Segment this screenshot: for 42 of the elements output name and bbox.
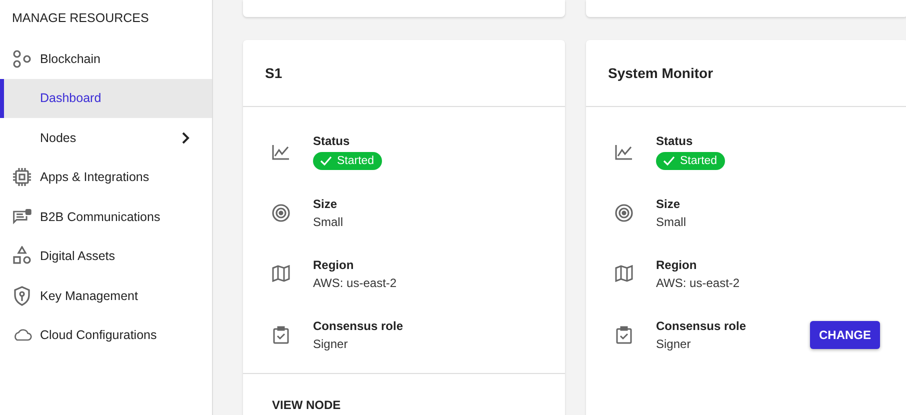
circles-icon [12, 48, 32, 69]
sidebar-item[interactable]: Cloud Configurations [0, 316, 212, 355]
card-title: System Monitor [608, 65, 714, 81]
field-value: AWS: us-east-2 [656, 276, 740, 290]
clipboard-check-icon [273, 326, 289, 344]
shapes-icon [12, 246, 32, 266]
target-icon [615, 204, 633, 222]
status-badge: Started [313, 152, 382, 170]
chat-lock-icon [12, 206, 32, 227]
sidebar-item[interactable]: B2B Communications [0, 197, 212, 236]
field-label: Consensus role [313, 318, 404, 332]
map-icon [615, 265, 633, 282]
field-label: Size [313, 196, 338, 210]
field-label: Status [656, 134, 693, 148]
sidebar-heading: MANAGE RESOURCES [11, 10, 150, 27]
sidebar-item[interactable]: Apps & Integrations [0, 158, 212, 197]
field-label: Consensus role [656, 318, 746, 332]
field-value: Signer [656, 336, 691, 350]
line-chart-icon [615, 144, 633, 160]
sidebar-item[interactable]: Digital Assets [0, 236, 212, 276]
field-value: Small [313, 214, 344, 228]
clipboard-check-icon [616, 326, 632, 344]
shield-key-icon [12, 286, 32, 306]
field-label: Region [656, 258, 697, 272]
chip-icon [12, 167, 32, 188]
field-value: Small [656, 214, 686, 228]
target-icon [272, 204, 290, 222]
field-value: AWS: us-east-2 [313, 276, 397, 290]
sidebar-item[interactable]: Nodes [0, 118, 212, 158]
field-label: Region [313, 258, 354, 272]
change-button[interactable]: CHANGE [810, 320, 880, 348]
sidebar-item[interactable]: Blockchain [0, 39, 212, 78]
line-chart-icon [272, 144, 290, 160]
view-node-button[interactable]: VIEW NODE [272, 398, 341, 412]
field-label: Status [313, 134, 350, 148]
card-title: S1 [265, 65, 282, 81]
status-badge: Started [656, 152, 726, 170]
sidebar-item[interactable]: Key Management [0, 276, 212, 316]
field-label: Size [656, 196, 680, 210]
map-icon [272, 265, 290, 282]
sidebar-item[interactable]: Dashboard [0, 78, 212, 118]
field-value: Signer [313, 336, 348, 350]
